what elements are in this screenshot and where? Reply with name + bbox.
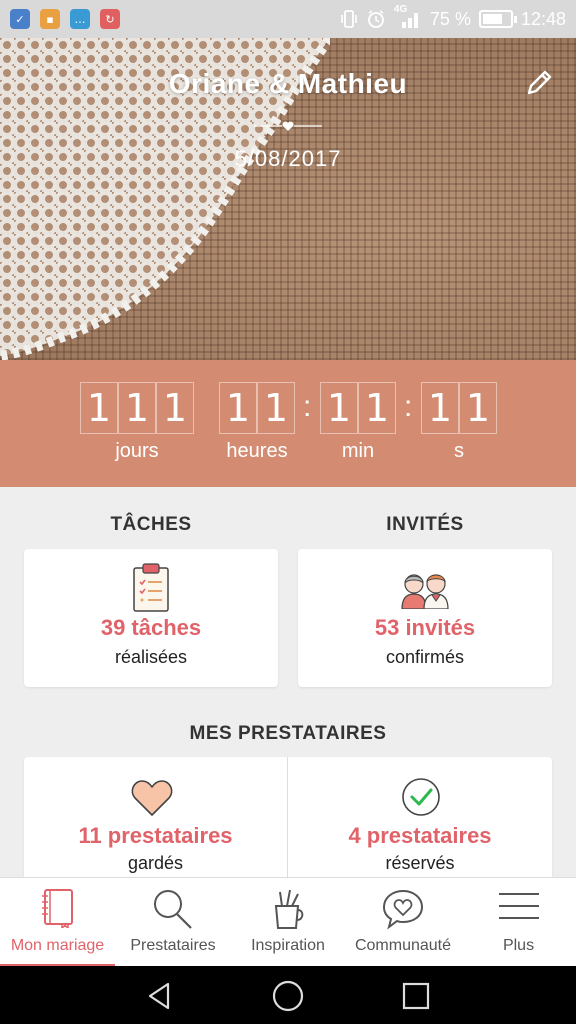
hours-digit-1: 1: [219, 382, 257, 434]
notification-icons: ✓ ▪ … ↻: [10, 9, 120, 29]
system-navigation-bar: [0, 966, 576, 1024]
heart-chat-icon: [382, 889, 424, 930]
minutes-digit-1: 1: [320, 382, 358, 434]
app-icon-red: ↻: [100, 9, 120, 29]
guests-section-title: INVITÉS: [386, 514, 464, 535]
kept-vendors-subtitle: gardés: [127, 853, 184, 873]
countdown-timer: 1 1 1 jours 1 1 heures : 1 1 min : 1 1 s: [0, 360, 576, 487]
signal-icon: 4G: [394, 4, 422, 30]
app-icon-orange: ▪: [40, 9, 60, 29]
hours-label: heures: [226, 440, 288, 462]
nav-mon-mariage[interactable]: Mon mariage: [0, 878, 115, 967]
status-bar: ✓ ▪ … ↻ 4G 75 % 12:48: [0, 0, 576, 38]
days-digit-2: 1: [118, 382, 156, 434]
minutes-label: min: [341, 440, 375, 462]
days-label: jours: [115, 440, 159, 462]
check-circle-icon: [402, 778, 440, 816]
days-digit-1: 1: [80, 382, 118, 434]
tasks-section-title: TÂCHES: [110, 514, 192, 535]
app-icon-blue: ✓: [10, 9, 30, 29]
alarm-icon: [368, 10, 384, 28]
notebook-icon: [41, 889, 73, 928]
nav-communaute[interactable]: Communauté: [345, 878, 461, 967]
wedding-date: 5/08/2017: [234, 146, 342, 171]
tasks-card[interactable]: 39 tâches réalisées: [24, 549, 278, 687]
clock: 12:48: [520, 8, 566, 29]
pencil-cup-icon: [274, 889, 304, 929]
vibrate-icon: [341, 10, 357, 28]
menu-icon: [498, 893, 539, 919]
nav-label: Inspiration: [251, 937, 325, 954]
clipboard-icon: [133, 563, 169, 612]
nav-inspiration[interactable]: Inspiration: [231, 878, 345, 967]
nav-label: Prestataires: [130, 937, 216, 954]
seconds-label: s: [454, 440, 464, 462]
booked-vendors-subtitle: réservés: [385, 853, 455, 873]
booked-vendors-panel[interactable]: 4 prestataires réservés: [288, 757, 552, 887]
heart-divider: [254, 121, 322, 131]
guests-card[interactable]: 53 invités confirmés: [298, 549, 552, 687]
kept-vendors-panel[interactable]: 11 prestataires gardés: [24, 757, 287, 887]
message-icon: …: [70, 9, 90, 29]
search-icon: [154, 890, 192, 929]
edit-pencil-icon[interactable]: [524, 68, 554, 98]
nav-label: Communauté: [354, 937, 452, 954]
battery-icon: [478, 10, 517, 28]
heart-icon: [131, 780, 173, 816]
nav-label: Mon mariage: [10, 937, 105, 954]
separator: :: [404, 390, 413, 423]
guests-subtitle: confirmés: [385, 647, 465, 667]
bottom-navigation: Mon mariage Prestataires Inspiration Com…: [0, 877, 576, 967]
nav-label: Plus: [502, 937, 535, 954]
separator: :: [303, 390, 312, 423]
seconds-digit-2: 1: [459, 382, 497, 434]
nav-prestataires[interactable]: Prestataires: [115, 878, 231, 967]
battery-percent: 75 %: [429, 8, 471, 29]
booked-vendors-count: 4 prestataires: [348, 823, 492, 848]
kept-vendors-count: 11 prestataires: [78, 823, 233, 848]
days-digit-3: 1: [156, 382, 194, 434]
tasks-count: 39 tâches: [100, 615, 202, 640]
vendors-card: 11 prestataires gardés 4 prestataires ré…: [24, 757, 552, 887]
guests-count: 53 invités: [374, 615, 476, 640]
seconds-digit-1: 1: [421, 382, 459, 434]
vendors-section-title: MES PRESTATAIRES: [189, 723, 387, 744]
nav-plus[interactable]: Plus: [461, 878, 576, 967]
back-icon[interactable]: [144, 980, 176, 1012]
recents-icon[interactable]: [401, 980, 431, 1012]
couple-names: Oriane & Mathieu: [168, 68, 408, 99]
couple-icon: [401, 574, 449, 609]
tasks-subtitle: réalisées: [114, 647, 188, 667]
minutes-digit-2: 1: [358, 382, 396, 434]
home-icon[interactable]: [271, 980, 305, 1014]
hero-banner: Oriane & Mathieu 5/08/2017: [0, 38, 576, 360]
hours-digit-2: 1: [257, 382, 295, 434]
